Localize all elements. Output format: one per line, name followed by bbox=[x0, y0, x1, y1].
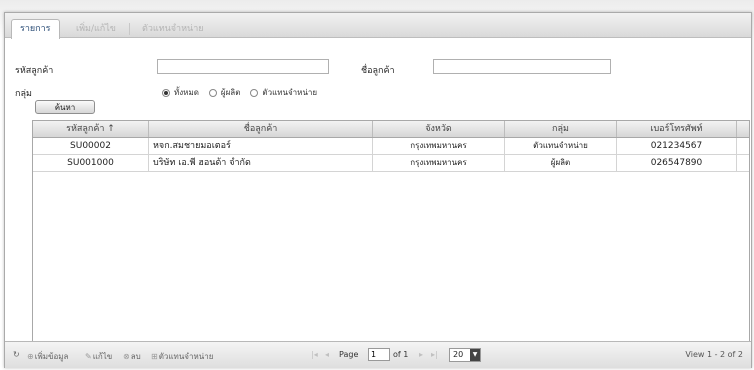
dealer-button[interactable]: ⊞ตัวแทนจำหน่าย bbox=[151, 350, 213, 363]
cell-phone: 021234567 bbox=[617, 138, 737, 154]
refresh-icon[interactable]: ↻ bbox=[13, 350, 20, 359]
customer-grid: รหัสลูกค้า ↑ ชื่อลูกค้า จังหวัด กลุ่ม เบ… bbox=[32, 120, 750, 358]
table-row[interactable]: SU00002 หจก.สมชายมอเตอร์ กรุงเทพมหานคร ต… bbox=[33, 138, 749, 155]
cell-group: ผู้ผลิต bbox=[505, 155, 617, 171]
cell-province: กรุงเทพมหานคร bbox=[373, 155, 505, 171]
dealer-icon: ⊞ bbox=[151, 352, 158, 361]
page-of-label: of 1 bbox=[393, 350, 409, 359]
edit-button[interactable]: ✎แก้ไข bbox=[85, 350, 112, 363]
add-record-button[interactable]: ⊕เพิ่มข้อมูล bbox=[27, 350, 68, 363]
next-page-icon[interactable]: ▸ bbox=[419, 350, 423, 359]
group-radio-group: ทั้งหมด ผู้ผลิต ตัวแทนจำหน่าย bbox=[162, 86, 323, 99]
radio-dealer[interactable] bbox=[250, 88, 259, 97]
radio-all[interactable] bbox=[162, 88, 170, 97]
main-panel: รายการ เพิ่ม/แก้ไข ตัวแทนจำหน่าย รหัสลูก… bbox=[4, 12, 752, 368]
tab-separator bbox=[129, 23, 130, 35]
dealer-label: ตัวแทนจำหน่าย bbox=[158, 352, 214, 361]
col-header-phone[interactable]: เบอร์โทรศัพท์ bbox=[617, 121, 737, 137]
page-size-value: 20 bbox=[453, 350, 464, 359]
radio-all-label: ทั้งหมด bbox=[174, 88, 199, 97]
cell-province: กรุงเทพมหานคร bbox=[373, 138, 505, 154]
add-icon: ⊕ bbox=[27, 352, 34, 361]
search-button[interactable]: ค้นหา bbox=[35, 100, 95, 114]
page-size-select[interactable]: 20 ▼ bbox=[449, 348, 481, 362]
chevron-down-icon: ▼ bbox=[470, 349, 480, 361]
tab-dealer[interactable]: ตัวแทนจำหน่าย bbox=[133, 19, 213, 38]
add-record-label: เพิ่มข้อมูล bbox=[34, 352, 69, 361]
first-page-icon[interactable]: |◂ bbox=[311, 350, 318, 359]
col-header-group[interactable]: กลุ่ม bbox=[505, 121, 617, 137]
cell-code: SU00002 bbox=[33, 138, 149, 154]
page-number-input[interactable] bbox=[368, 348, 390, 361]
table-row[interactable]: SU001000 บริษัท เอ.พี ฮอนด้า จำกัด กรุงเ… bbox=[33, 155, 749, 172]
tab-list[interactable]: รายการ bbox=[11, 19, 60, 39]
customer-code-label: รหัสลูกค้า bbox=[15, 66, 54, 76]
tab-add-edit[interactable]: เพิ่ม/แก้ไข bbox=[67, 19, 125, 38]
edit-label: แก้ไข bbox=[92, 352, 113, 361]
customer-code-input[interactable] bbox=[157, 59, 329, 74]
page-label: Page bbox=[339, 350, 359, 359]
col-header-province[interactable]: จังหวัด bbox=[373, 121, 505, 137]
group-label: กลุ่ม bbox=[15, 89, 32, 99]
customer-name-label: ชื่อลูกค้า bbox=[361, 66, 395, 76]
delete-icon: ⊗ bbox=[123, 352, 130, 361]
cell-name: หจก.สมชายมอเตอร์ bbox=[149, 138, 373, 154]
col-header-name[interactable]: ชื่อลูกค้า bbox=[149, 121, 373, 137]
record-count-text: View 1 - 2 of 2 bbox=[685, 350, 743, 359]
cell-code: SU001000 bbox=[33, 155, 149, 171]
grid-header: รหัสลูกค้า ↑ ชื่อลูกค้า จังหวัด กลุ่ม เบ… bbox=[33, 121, 749, 138]
last-page-icon[interactable]: ▸| bbox=[431, 350, 438, 359]
col-header-code[interactable]: รหัสลูกค้า ↑ bbox=[33, 121, 149, 137]
radio-manufacturer[interactable] bbox=[208, 88, 217, 97]
customer-name-input[interactable] bbox=[433, 59, 611, 74]
delete-button[interactable]: ⊗ลบ bbox=[123, 350, 141, 363]
tab-bar: รายการ เพิ่ม/แก้ไข ตัวแทนจำหน่าย bbox=[5, 13, 751, 39]
cell-name: บริษัท เอ.พี ฮอนด้า จำกัด bbox=[149, 155, 373, 171]
delete-label: ลบ bbox=[130, 352, 141, 361]
radio-dealer-label: ตัวแทนจำหน่าย bbox=[262, 88, 318, 97]
cell-phone: 026547890 bbox=[617, 155, 737, 171]
cell-group: ตัวแทนจำหน่าย bbox=[505, 138, 617, 154]
prev-page-icon[interactable]: ◂ bbox=[325, 350, 329, 359]
edit-icon: ✎ bbox=[85, 352, 92, 361]
radio-manufacturer-label: ผู้ผลิต bbox=[220, 88, 241, 97]
pager-bar: ↻ ⊕เพิ่มข้อมูล ✎แก้ไข ⊗ลบ ⊞ตัวแทนจำหน่าย… bbox=[5, 341, 751, 368]
